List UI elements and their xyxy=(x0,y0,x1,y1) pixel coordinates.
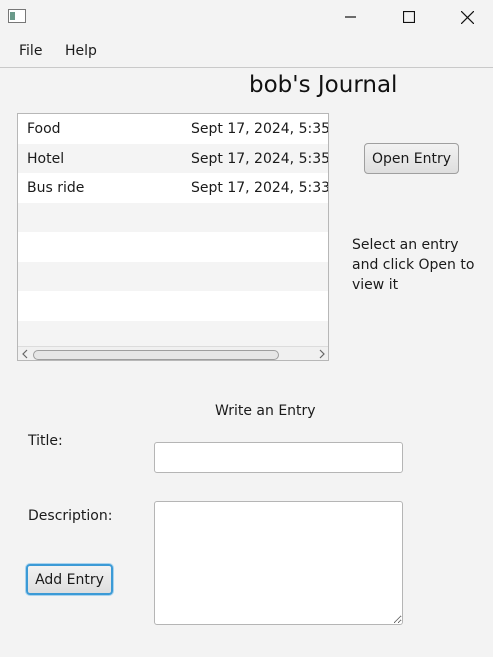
table-row[interactable]: Bus ride Sept 17, 2024, 5:33:57 xyxy=(18,173,328,203)
title-label: Title: xyxy=(28,433,63,449)
scroll-left-icon[interactable] xyxy=(20,348,30,360)
open-entry-button[interactable]: Open Entry xyxy=(364,143,459,174)
table-row[interactable]: Hotel Sept 17, 2024, 5:35:18 xyxy=(18,143,328,173)
empty-table-row[interactable] xyxy=(18,291,328,321)
instruction-text: Select an entry and click Open to view i… xyxy=(352,237,475,293)
empty-table-row[interactable] xyxy=(18,232,328,262)
close-button[interactable] xyxy=(438,0,493,34)
close-icon xyxy=(460,10,474,24)
add-entry-button[interactable]: Add Entry xyxy=(26,564,113,595)
entries-table[interactable]: Food Sept 17, 2024, 5:35:35 Hotel Sept 17, … xyxy=(17,113,329,361)
entry-date-cell: Sept 17, 2024, 5:35:18 xyxy=(191,150,328,167)
title-bar xyxy=(0,0,493,36)
menu-bar: File Help xyxy=(0,36,493,68)
title-input[interactable] xyxy=(154,442,403,473)
entry-title-cell: Bus ride xyxy=(27,180,85,196)
entry-date-cell: Sept 17, 2024, 5:35:35 xyxy=(191,121,328,137)
entry-title-cell: Food xyxy=(27,121,61,137)
description-textarea[interactable] xyxy=(154,501,403,625)
empty-table-row[interactable] xyxy=(18,261,328,291)
scroll-right-icon[interactable] xyxy=(317,348,327,360)
form-heading: Write an Entry xyxy=(215,403,316,419)
maximize-icon xyxy=(403,11,415,23)
app-window-icon xyxy=(8,9,26,23)
page-title: bob's Journal xyxy=(249,72,398,98)
maximize-button[interactable] xyxy=(380,0,438,34)
entry-date-cell: Sept 17, 2024, 5:33:57 xyxy=(191,180,328,196)
empty-table-row[interactable] xyxy=(18,202,328,232)
minimize-button[interactable] xyxy=(322,0,380,34)
horizontal-scrollbar[interactable] xyxy=(18,346,328,360)
table-row[interactable]: Food Sept 17, 2024, 5:35:35 xyxy=(18,114,328,144)
menu-file[interactable]: File xyxy=(19,43,42,59)
menu-help[interactable]: Help xyxy=(65,43,97,59)
scroll-thumb[interactable] xyxy=(33,350,279,360)
minimize-icon xyxy=(345,16,356,18)
description-label: Description: xyxy=(28,508,113,524)
entry-title-cell: Hotel xyxy=(27,150,65,167)
